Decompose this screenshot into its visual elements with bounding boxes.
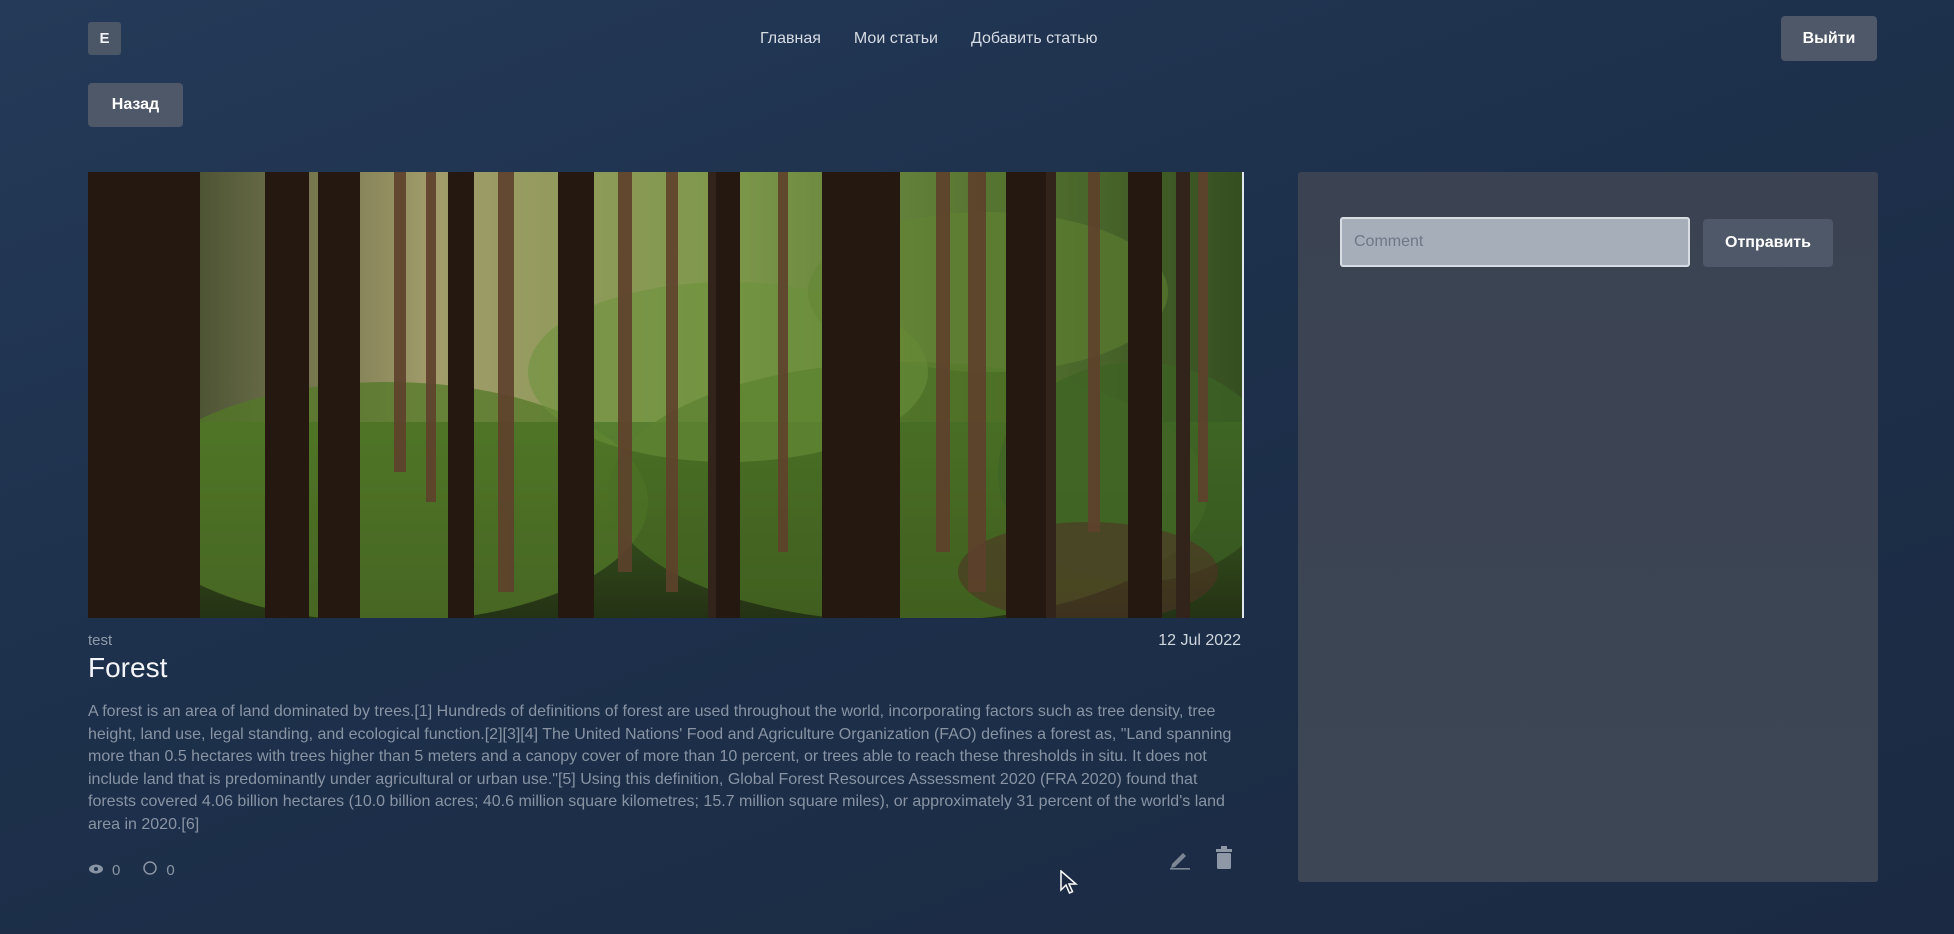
back-button[interactable]: Назад	[88, 83, 183, 127]
nav-link-add-article[interactable]: Добавить статью	[971, 30, 1098, 48]
article-title: Forest	[88, 652, 168, 683]
comments-count: 0	[166, 861, 175, 879]
article-body: A forest is an area of land dominated by…	[88, 703, 1232, 833]
comments-panel: Отправить	[1298, 172, 1878, 882]
views-stat: 0	[88, 862, 120, 879]
pencil-icon[interactable]	[1168, 846, 1192, 870]
article-image	[88, 172, 1244, 618]
comment-input[interactable]	[1340, 217, 1690, 267]
main-nav: Главная Мои статьи Добавить статью	[760, 30, 1098, 48]
comments-stat: 0	[142, 860, 175, 880]
logo-badge[interactable]: E	[88, 22, 121, 55]
send-comment-button[interactable]: Отправить	[1703, 219, 1833, 267]
comment-icon	[142, 860, 158, 880]
nav-link-home[interactable]: Главная	[760, 30, 821, 48]
article-date: 12 Jul 2022	[1158, 632, 1241, 649]
eye-icon	[88, 862, 104, 879]
article-actions	[1168, 846, 1234, 870]
mouse-cursor-icon	[1060, 869, 1079, 901]
nav-link-my-articles[interactable]: Мои статьи	[854, 30, 938, 48]
trash-icon[interactable]	[1214, 846, 1234, 870]
article-author: test	[88, 632, 113, 649]
logout-button[interactable]: Выйти	[1781, 16, 1877, 61]
article-stats: 0 0	[88, 860, 189, 880]
views-count: 0	[112, 861, 121, 879]
